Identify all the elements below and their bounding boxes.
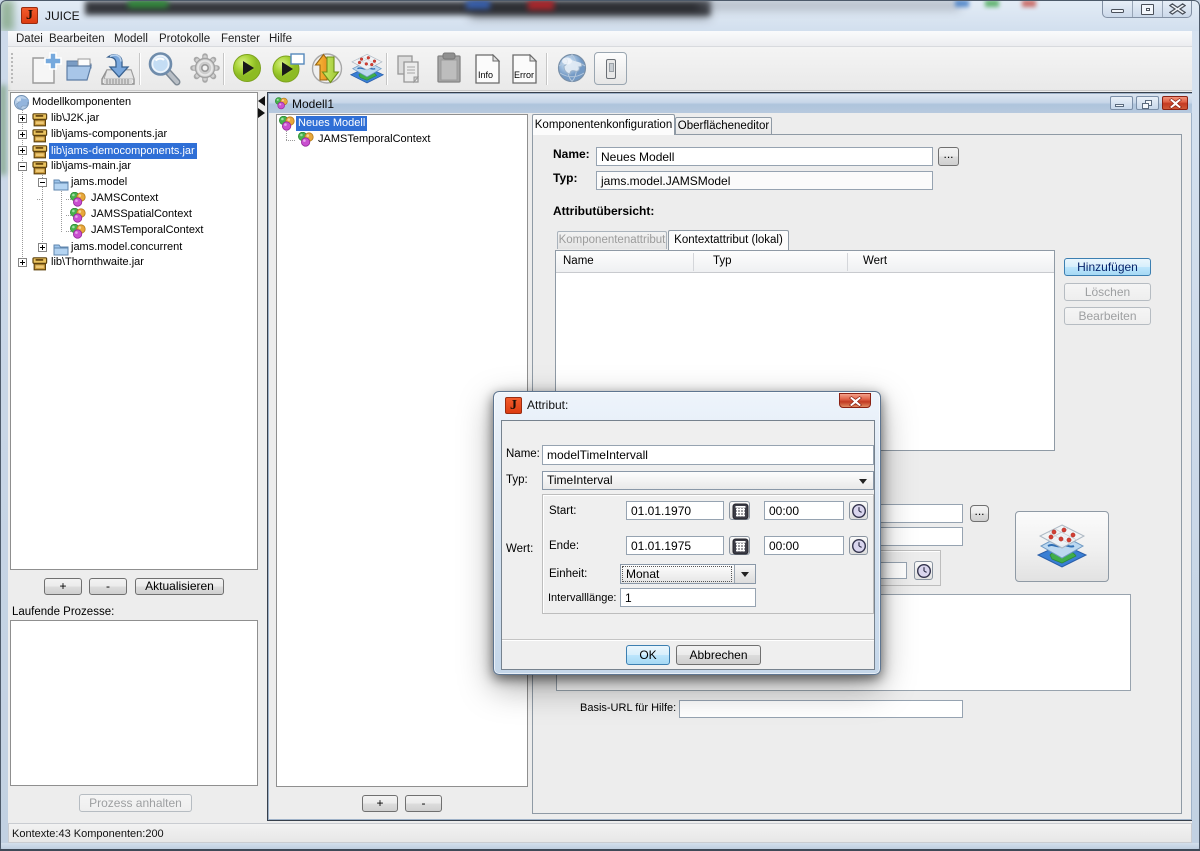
svg-text:Info: Info [478, 70, 493, 80]
svg-text:Error: Error [514, 70, 534, 80]
